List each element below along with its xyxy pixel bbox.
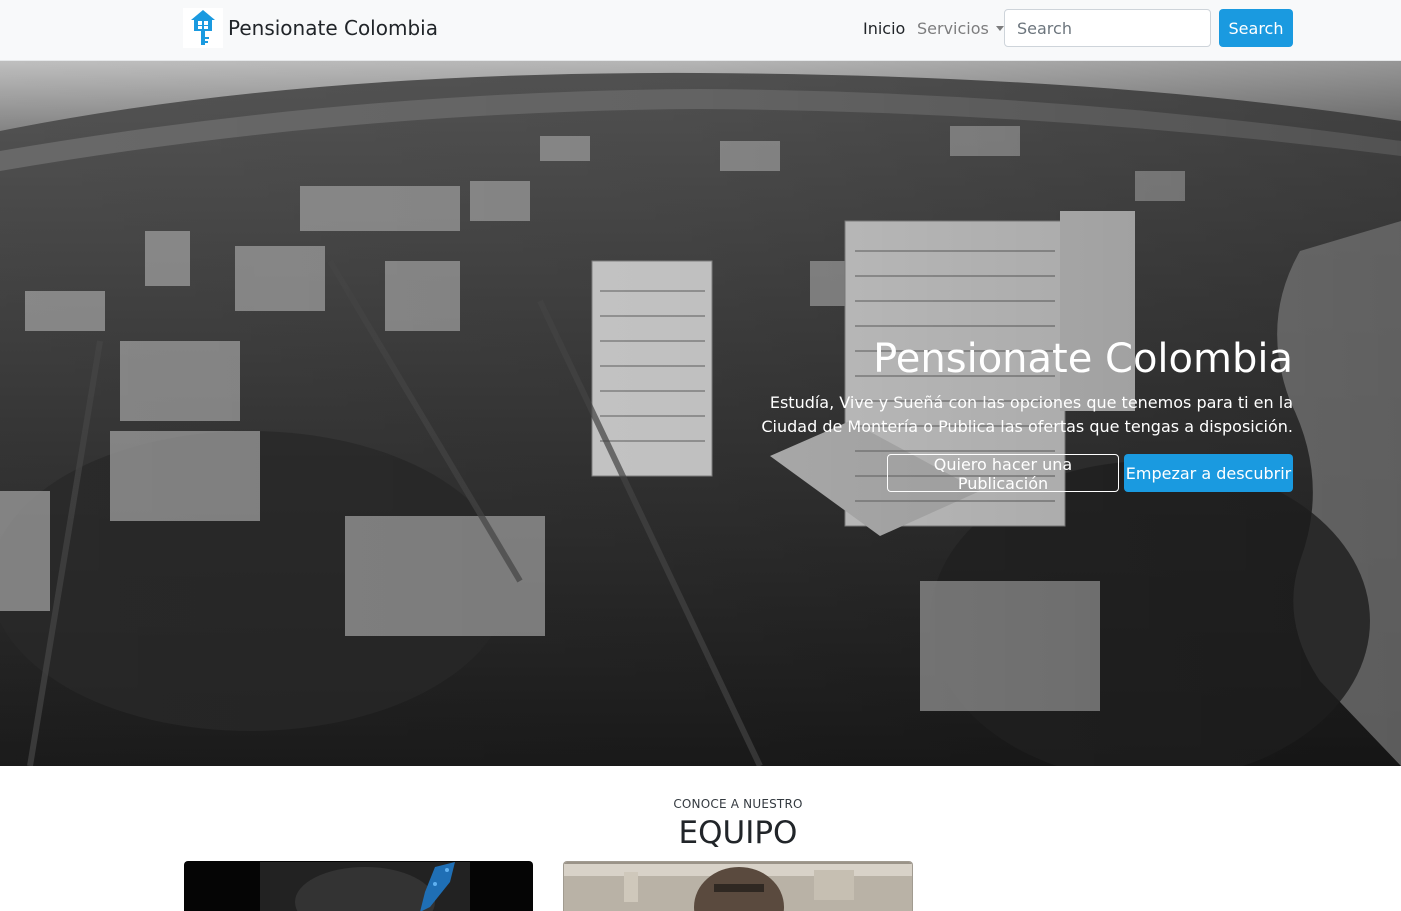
publish-button[interactable]: Quiero hacer una Publicación (887, 454, 1119, 493)
hero-description: Estudía, Vive y Sueñá con las opciones q… (761, 393, 1293, 436)
nav-servicios-label: Servicios (917, 19, 989, 38)
house-key-icon (183, 8, 223, 48)
navbar: Pensionate Colombia Inicio Servicios Sea… (0, 0, 1401, 61)
hero-title: Pensionate Colombia (873, 336, 1293, 382)
brand-name: Pensionate Colombia (228, 16, 438, 40)
team-member-photo (564, 862, 912, 911)
nav-link-inicio[interactable]: Inicio (863, 19, 905, 38)
brand-link[interactable]: Pensionate Colombia (183, 8, 438, 48)
team-member-card[interactable] (563, 861, 913, 911)
nav-dropdown-servicios[interactable]: Servicios (917, 19, 1004, 38)
team-member-photo (185, 862, 532, 911)
team-member-card[interactable] (184, 861, 533, 911)
team-heading: EQUIPO (678, 815, 798, 851)
search-button[interactable]: Search (1219, 9, 1293, 47)
discover-button[interactable]: Empezar a descubrir (1124, 454, 1293, 492)
caret-down-icon (995, 26, 1004, 31)
team-kicker: CONOCE A NUESTRO (673, 797, 803, 811)
hero-section: Pensionate Colombia Estudía, Vive y Sueñ… (0, 61, 1401, 766)
search-input[interactable] (1004, 9, 1211, 47)
